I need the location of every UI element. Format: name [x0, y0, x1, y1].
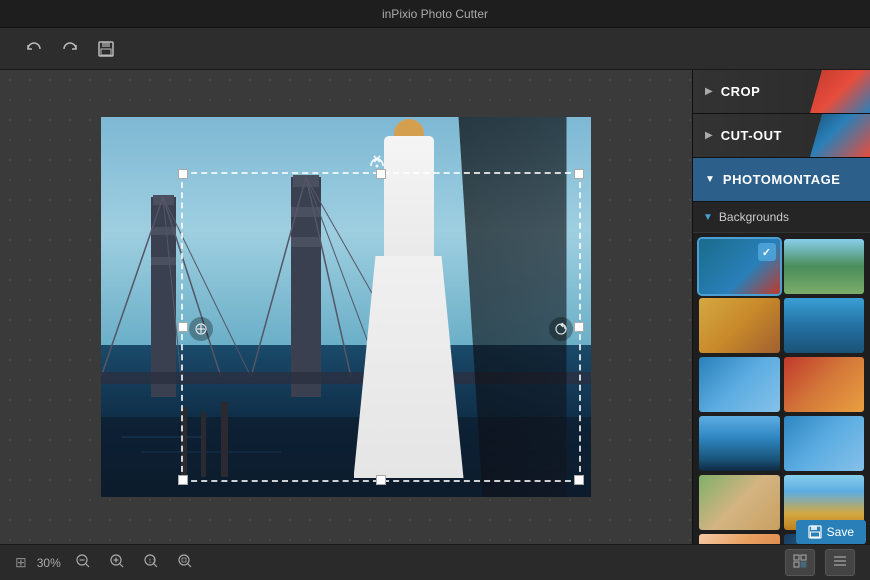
- crop-label: CROP: [721, 84, 761, 99]
- zoom-fit-button[interactable]: 1:1: [139, 551, 163, 574]
- crop-arrow-icon: ▶: [705, 86, 713, 97]
- crop-handle-tr[interactable]: [574, 169, 584, 179]
- photomontage-arrow-icon: ▼: [705, 174, 715, 185]
- zoom-in-button[interactable]: [105, 551, 129, 574]
- transform-icon-right[interactable]: [549, 317, 573, 341]
- status-bar: ⊞ 30% 1:1: [0, 544, 870, 580]
- background-thumb-6[interactable]: [784, 357, 865, 412]
- background-thumb-1[interactable]: ✓: [699, 239, 780, 294]
- crop-handle-br[interactable]: [574, 475, 584, 485]
- zoom-fullscreen-button[interactable]: [173, 551, 197, 574]
- title-bar: inPixio Photo Cutter: [0, 0, 870, 28]
- app-title: inPixio Photo Cutter: [382, 7, 488, 21]
- undo-button[interactable]: [20, 35, 48, 63]
- cutout-section-header[interactable]: ▶ CUT-OUT: [693, 114, 870, 158]
- background-thumb-11[interactable]: [699, 534, 780, 544]
- background-thumb-7[interactable]: [699, 416, 780, 471]
- photomontage-label: PHOTOMONTAGE: [723, 172, 840, 187]
- background-thumb-2[interactable]: [784, 239, 865, 294]
- backgrounds-arrow-icon: ▼: [703, 212, 713, 223]
- canvas-size-icon: ⊞: [15, 554, 27, 571]
- save-file-button[interactable]: [92, 35, 120, 63]
- selected-checkmark: ✓: [758, 243, 776, 261]
- list-view-button[interactable]: [825, 549, 855, 576]
- background-thumb-5[interactable]: [699, 357, 780, 412]
- zoom-out-button[interactable]: [71, 551, 95, 574]
- photomontage-section-header[interactable]: ▼ PHOTOMONTAGE: [693, 158, 870, 202]
- right-panel: ▶ CROP ▶ CUT-OUT ▼ PHOTOMONTAGE ▼ Backgr…: [692, 70, 870, 544]
- background-thumb-9[interactable]: [699, 475, 780, 530]
- backgrounds-section: ▼ Backgrounds ✓: [693, 202, 870, 544]
- cutout-arrow-icon: ▶: [705, 130, 713, 141]
- save-label: Save: [827, 525, 854, 539]
- canvas-area[interactable]: [0, 70, 692, 544]
- backgrounds-header[interactable]: ▼ Backgrounds: [693, 202, 870, 233]
- cutout-label: CUT-OUT: [721, 128, 782, 143]
- background-thumb-8[interactable]: [784, 416, 865, 471]
- backgrounds-grid: ✓: [693, 233, 870, 544]
- crop-handle-bl[interactable]: [178, 475, 188, 485]
- crop-handle-tl[interactable]: [178, 169, 188, 179]
- zoom-level-label: 30%: [37, 556, 61, 570]
- rotate-icon[interactable]: [366, 155, 388, 183]
- crop-box[interactable]: [181, 172, 581, 482]
- redo-button[interactable]: [56, 35, 84, 63]
- toolbar: [0, 28, 870, 70]
- main-content: ▶ CROP ▶ CUT-OUT ▼ PHOTOMONTAGE ▼ Backgr…: [0, 70, 870, 544]
- background-thumb-3[interactable]: [699, 298, 780, 353]
- image-canvas: [101, 117, 591, 497]
- crop-handle-bottom[interactable]: [376, 475, 386, 485]
- svg-text:1:1: 1:1: [148, 559, 155, 565]
- crop-section-header[interactable]: ▶ CROP: [693, 70, 870, 114]
- backgrounds-label: Backgrounds: [719, 210, 789, 224]
- save-button[interactable]: Save: [796, 520, 866, 544]
- crop-handle-right[interactable]: [574, 322, 584, 332]
- background-thumb-4[interactable]: [784, 298, 865, 353]
- crop-handle-left[interactable]: [178, 322, 188, 332]
- move-icon-left[interactable]: [189, 317, 213, 341]
- grid-view-button[interactable]: [785, 549, 815, 576]
